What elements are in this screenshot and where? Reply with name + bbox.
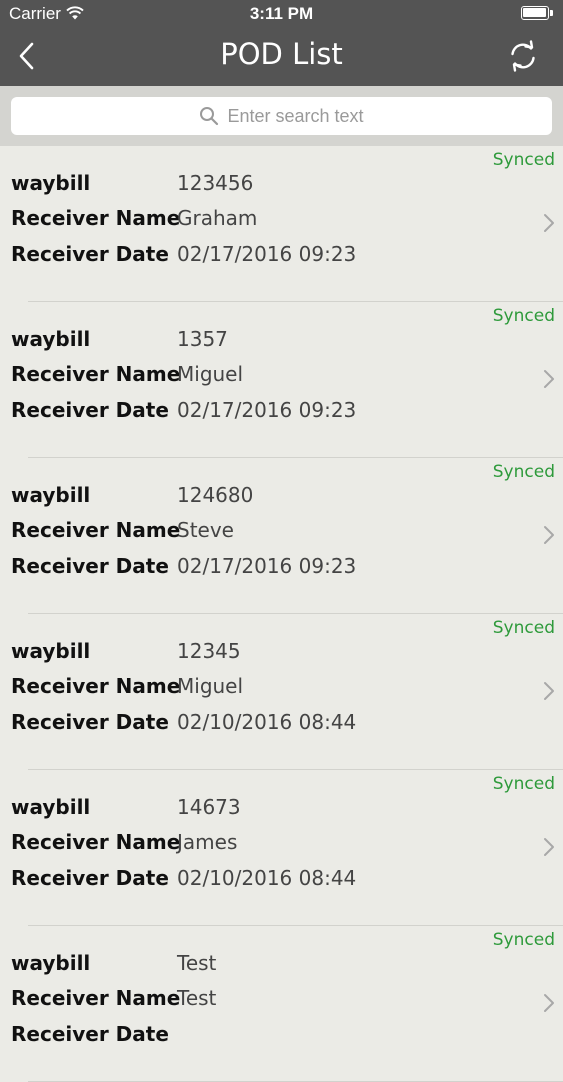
pod-list-item[interactable]: Synced waybill 123456 Receiver Name Graham Re… [0,146,563,302]
receiver-name-value: Miguel [177,674,244,698]
waybill-value: 14673 [177,795,241,819]
receiver-name-label: Receiver Name [11,362,181,386]
search-area: Enter search text [0,86,563,146]
pod-list: Synced waybill 123456 Receiver Name Graham Re… [0,146,563,1082]
waybill-value: 1357 [177,327,228,351]
receiver-name-label: Receiver Name [11,206,181,230]
receiver-name-value: Steve [177,518,234,542]
receiver-date-value: 02/10/2016 08:44 [177,710,357,734]
chevron-right-icon [544,994,554,1012]
receiver-date-value: 02/17/2016 09:23 [177,242,357,266]
waybill-value: 123456 [177,171,254,195]
clock: 3:11 PM [249,4,314,23]
pod-list-item[interactable]: Synced waybill Test Receiver Name Test Receiv… [0,926,563,1082]
receiver-name-label: Receiver Name [11,830,181,854]
receiver-date-label: Receiver Date [11,398,169,422]
search-icon [200,106,219,125]
sync-status-label: Synced [492,618,555,638]
receiver-date-value: 02/17/2016 09:23 [177,554,357,578]
waybill-value: 124680 [177,483,254,507]
search-placeholder: Enter search text [227,106,364,126]
receiver-name-label: Receiver Name [11,674,181,698]
sync-status-label: Synced [492,306,555,326]
waybill-label: waybill [11,327,91,351]
waybill-label: waybill [11,639,91,663]
pod-list-item[interactable]: Synced waybill 14673 Receiver Name James Rece… [0,770,563,926]
waybill-value: Test [177,951,217,975]
receiver-name-value: Miguel [177,362,244,386]
receiver-date-label: Receiver Date [11,554,169,578]
waybill-value: 12345 [177,639,241,663]
sync-status-label: Synced [492,930,555,950]
waybill-label: waybill [11,795,91,819]
pod-list-item[interactable]: Synced waybill 1357 Receiver Name Miguel Rece… [0,302,563,458]
receiver-date-label: Receiver Date [11,866,169,890]
pod-list-item[interactable]: Synced waybill 124680 Receiver Name Steve Rec… [0,458,563,614]
pod-list-item[interactable]: Synced waybill 12345 Receiver Name Miguel Rec… [0,614,563,770]
search-placeholder-wrapper: Enter search text [11,97,552,135]
receiver-name-value: Graham [177,206,258,230]
chevron-right-icon [544,682,554,700]
waybill-label: waybill [11,483,91,507]
receiver-name-label: Receiver Name [11,518,181,542]
sync-status-label: Synced [492,150,555,170]
status-bar: Carrier 3:11 PM [0,0,563,30]
top-bar: Carrier 3:11 PM POD List [0,0,563,86]
receiver-date-value: 02/17/2016 09:23 [177,398,357,422]
battery-icon [521,6,555,22]
receiver-date-label: Receiver Date [11,710,169,734]
receiver-date-label: Receiver Date [11,242,169,266]
receiver-name-value: Test [177,986,217,1010]
chevron-right-icon [544,838,554,856]
chevron-right-icon [544,370,554,388]
waybill-label: waybill [11,951,91,975]
receiver-date-label: Receiver Date [11,1022,169,1046]
navigation-bar: POD List [0,30,563,86]
refresh-icon [511,40,535,72]
receiver-date-value: 02/10/2016 08:44 [177,866,357,890]
search-input[interactable]: Enter search text [11,97,552,135]
refresh-button[interactable] [505,38,541,74]
sync-status-label: Synced [492,462,555,482]
chevron-right-icon [544,526,554,544]
receiver-name-value: James [177,830,238,854]
sync-status-label: Synced [492,774,555,794]
waybill-label: waybill [11,171,91,195]
page-title: POD List [220,37,343,71]
chevron-right-icon [544,214,554,232]
receiver-name-label: Receiver Name [11,986,181,1010]
